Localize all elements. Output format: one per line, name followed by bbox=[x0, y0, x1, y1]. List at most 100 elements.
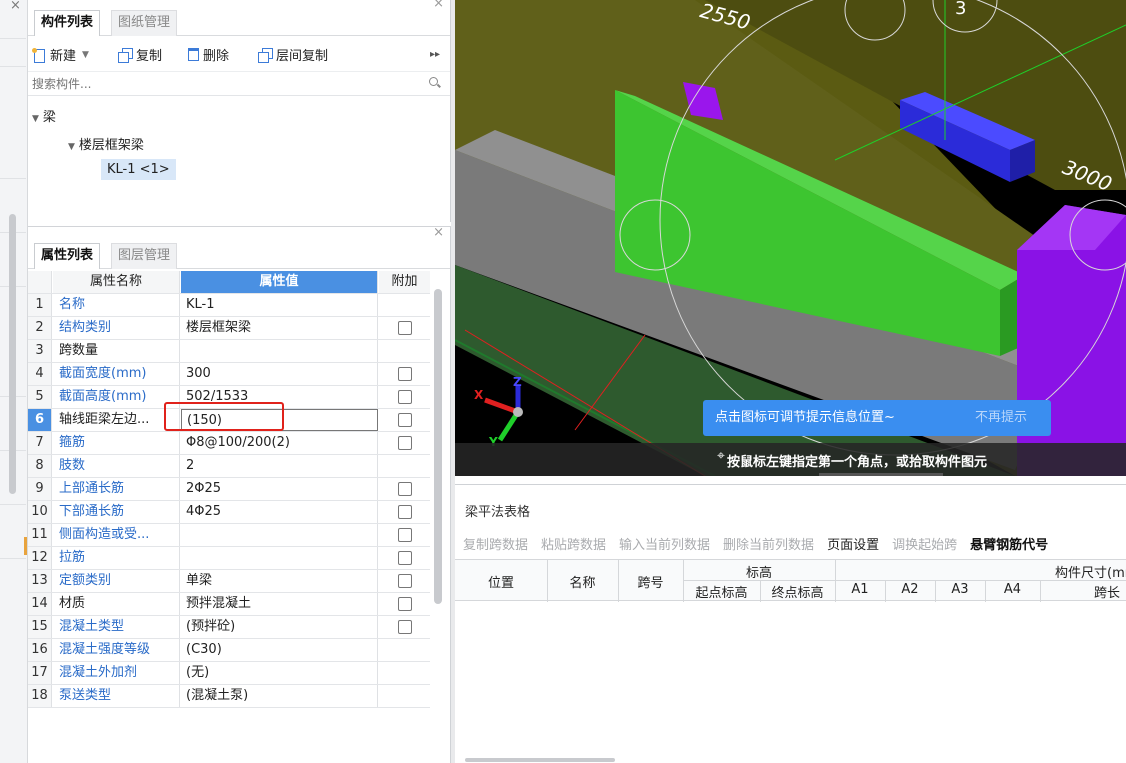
property-row[interactable]: 8 肢数 2 bbox=[28, 455, 430, 478]
axis-x-label: X bbox=[474, 388, 484, 402]
delete-button[interactable]: 删除 bbox=[188, 45, 229, 64]
dismiss-hint-button[interactable]: 不再提示 bbox=[975, 400, 1027, 436]
extra-cell bbox=[379, 294, 430, 316]
new-button[interactable]: 新建 ▼ bbox=[32, 45, 89, 64]
property-row[interactable]: 15 混凝土类型 (预拌砼) bbox=[28, 616, 430, 639]
row-number: 5 bbox=[28, 386, 52, 408]
property-row[interactable]: 1 名称 KL-1 bbox=[28, 294, 430, 317]
hint-tooltip[interactable]: 点击图标可调节提示信息位置~ 不再提示 bbox=[703, 400, 1051, 436]
delete-column-button[interactable]: 删除当前列数据 bbox=[723, 538, 814, 553]
row-number: 3 bbox=[28, 340, 52, 362]
property-scrollbar[interactable] bbox=[434, 289, 442, 604]
property-row[interactable]: 10 下部通长筋 4Φ25 bbox=[28, 501, 430, 524]
extra-checkbox[interactable] bbox=[398, 505, 412, 519]
property-value[interactable]: 预拌混凝土 bbox=[181, 593, 378, 615]
property-value[interactable] bbox=[181, 340, 378, 362]
property-value[interactable]: (无) bbox=[181, 662, 378, 684]
property-value[interactable]: Φ8@100/200(2) bbox=[181, 432, 378, 454]
extra-checkbox[interactable] bbox=[398, 390, 412, 404]
strip-divider bbox=[0, 178, 26, 179]
swap-start-span-button[interactable]: 调换起始跨 bbox=[892, 538, 957, 553]
extra-checkbox[interactable] bbox=[398, 551, 412, 565]
a4-header: A4 bbox=[1003, 582, 1022, 597]
property-value[interactable]: 楼层框架梁 bbox=[181, 317, 378, 339]
property-name: 轴线距梁左边... bbox=[53, 409, 180, 431]
trash-icon bbox=[188, 48, 199, 61]
tree-node-beam[interactable]: ▼ 梁 bbox=[32, 106, 56, 125]
extra-checkbox[interactable] bbox=[398, 597, 412, 611]
copy-button[interactable]: 复制 bbox=[118, 45, 162, 64]
property-row[interactable]: 2 结构类别 楼层框架梁 bbox=[28, 317, 430, 340]
copy-span-button[interactable]: 复制跨数据 bbox=[463, 538, 528, 553]
extra-checkbox[interactable] bbox=[398, 528, 412, 542]
left-strip: × bbox=[0, 0, 28, 763]
close-icon[interactable]: × bbox=[10, 0, 21, 13]
property-row[interactable]: 3 跨数量 bbox=[28, 340, 430, 363]
command-status-bar: ⌖ 按鼠标左键指定第一个角点，或拾取构件图元 bbox=[455, 443, 1126, 476]
extra-checkbox[interactable] bbox=[398, 620, 412, 634]
tree-leaf-kl1[interactable]: KL-1 <1> bbox=[101, 159, 176, 180]
property-value[interactable]: (C30) bbox=[181, 639, 378, 661]
property-value[interactable]: (预拌砼) bbox=[181, 616, 378, 638]
left-scrollbar[interactable] bbox=[9, 214, 16, 494]
property-row[interactable]: 18 泵送类型 (混凝土泵) bbox=[28, 685, 430, 708]
property-row[interactable]: 17 混凝土外加剂 (无) bbox=[28, 662, 430, 685]
floor-copy-button[interactable]: 层间复制 bbox=[258, 45, 328, 64]
property-row[interactable]: 9 上部通长筋 2Φ25 bbox=[28, 478, 430, 501]
extra-checkbox[interactable] bbox=[398, 321, 412, 335]
row-number: 1 bbox=[28, 294, 52, 316]
property-row[interactable]: 16 混凝土强度等级 (C30) bbox=[28, 639, 430, 662]
page-setup-button[interactable]: 页面设置 bbox=[827, 538, 879, 553]
tab-drawing-management[interactable]: 图纸管理 bbox=[111, 10, 178, 36]
tab-component-list[interactable]: 构件列表 bbox=[34, 10, 101, 36]
property-value[interactable]: (混凝土泵) bbox=[181, 685, 378, 707]
delete-label: 删除 bbox=[203, 49, 230, 64]
property-tabbar: 属性列表 图层管理 bbox=[28, 227, 450, 269]
3d-viewport[interactable]: 2550 3000 3 X Z Y 点击图标可调节提示信息位置~ 不再提示 ⌖ … bbox=[455, 0, 1126, 476]
property-value[interactable]: 300 bbox=[181, 363, 378, 385]
property-row[interactable]: 14 材质 预拌混凝土 bbox=[28, 593, 430, 616]
extra-cell bbox=[379, 363, 430, 385]
tab-layer-management[interactable]: 图层管理 bbox=[111, 243, 178, 269]
property-value[interactable]: KL-1 bbox=[181, 294, 378, 316]
caret-down-icon[interactable]: ▼ bbox=[68, 142, 75, 152]
extra-cell bbox=[379, 570, 430, 592]
property-row[interactable]: 4 截面宽度(mm) 300 bbox=[28, 363, 430, 386]
property-row[interactable]: 7 箍筋 Φ8@100/200(2) bbox=[28, 432, 430, 455]
tab-property-list[interactable]: 属性列表 bbox=[34, 243, 101, 269]
chevron-down-icon[interactable]: ▼ bbox=[82, 50, 89, 60]
close-icon[interactable]: × bbox=[433, 0, 444, 11]
property-row[interactable]: 11 侧面构造或受... bbox=[28, 524, 430, 547]
paste-span-button[interactable]: 粘贴跨数据 bbox=[541, 538, 606, 553]
property-value[interactable]: 4Φ25 bbox=[181, 501, 378, 523]
search-input[interactable] bbox=[28, 72, 450, 95]
property-value[interactable]: 2Φ25 bbox=[181, 478, 378, 500]
beam-table-toolbar: 复制跨数据 粘贴跨数据 输入当前列数据 删除当前列数据 页面设置 调换起始跨 悬臂钢筋代号 bbox=[463, 534, 1061, 553]
extra-checkbox[interactable] bbox=[398, 574, 412, 588]
beam-table-scrollbar[interactable] bbox=[465, 758, 615, 762]
panel-resize-handle[interactable] bbox=[819, 473, 943, 476]
strip-divider bbox=[0, 66, 26, 67]
x-axis bbox=[484, 397, 519, 415]
search-icon[interactable] bbox=[429, 77, 438, 86]
tree-node-frame-beam[interactable]: ▼ 楼层框架梁 bbox=[68, 134, 144, 153]
input-column-button[interactable]: 输入当前列数据 bbox=[619, 538, 710, 553]
cantilever-code-button[interactable]: 悬臂钢筋代号 bbox=[970, 538, 1048, 553]
property-value[interactable]: 单梁 bbox=[181, 570, 378, 592]
more-icon[interactable]: ▸▸ bbox=[430, 49, 440, 60]
property-value[interactable] bbox=[181, 547, 378, 569]
property-row[interactable]: 12 拉筋 bbox=[28, 547, 430, 570]
extra-checkbox[interactable] bbox=[398, 436, 412, 450]
extra-cell bbox=[379, 685, 430, 707]
extra-checkbox[interactable] bbox=[398, 413, 412, 427]
beam-table-title: 梁平法表格 bbox=[465, 505, 531, 520]
extra-checkbox[interactable] bbox=[398, 482, 412, 496]
property-value[interactable]: 2 bbox=[181, 455, 378, 477]
caret-down-icon[interactable]: ▼ bbox=[32, 114, 39, 124]
property-value[interactable] bbox=[181, 524, 378, 546]
property-name: 混凝土外加剂 bbox=[53, 662, 180, 684]
property-row[interactable]: 13 定额类别 单梁 bbox=[28, 570, 430, 593]
property-name: 定额类别 bbox=[53, 570, 180, 592]
property-header-row: 属性名称 属性值 附加 bbox=[28, 271, 430, 294]
extra-checkbox[interactable] bbox=[398, 367, 412, 381]
